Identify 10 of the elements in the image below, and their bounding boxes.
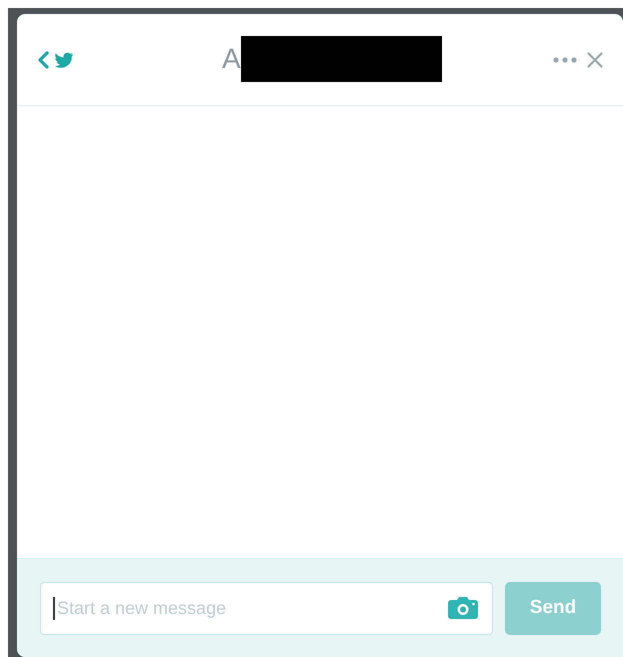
close-button[interactable] — [587, 52, 603, 68]
message-field[interactable]: Start a new message — [40, 582, 493, 634]
conversation-title: A — [222, 42, 241, 76]
chevron-left-icon — [38, 50, 49, 68]
bird-icon — [55, 52, 73, 68]
close-icon — [587, 52, 603, 68]
more-icon — [553, 56, 577, 62]
camera-icon[interactable] — [448, 596, 478, 620]
more-button[interactable] — [553, 56, 577, 62]
back-button[interactable] — [37, 50, 75, 70]
